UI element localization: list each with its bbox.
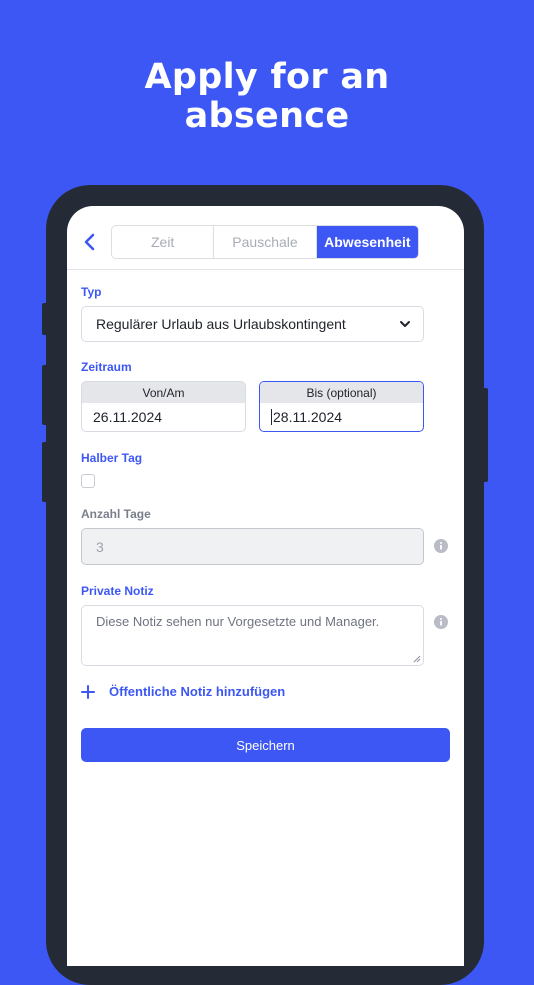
half-day-checkbox[interactable] <box>81 474 95 488</box>
tab-zeit[interactable]: Zeit <box>112 226 215 258</box>
days-label: Anzahl Tage <box>81 507 151 521</box>
add-public-note-label: Öffentliche Notiz hinzufügen <box>109 684 286 699</box>
phone-side-button <box>482 388 488 482</box>
to-date-value: 28.11.2024 <box>273 409 343 425</box>
to-date-label: Bis (optional) <box>260 382 423 403</box>
to-date-input: 28.11.2024 <box>260 403 423 431</box>
headline-line-2: absence <box>184 96 350 136</box>
save-button[interactable]: Speichern <box>81 728 450 762</box>
headline: Apply for an absence <box>0 58 534 136</box>
top-bar: Zeit Pauschale Abwesenheit <box>67 206 464 270</box>
info-icon[interactable] <box>434 539 448 553</box>
from-date-field[interactable]: Von/Am 26.11.2024 <box>81 381 246 432</box>
tab-pauschale[interactable]: Pauschale <box>214 226 317 258</box>
text-caret <box>271 409 272 425</box>
add-public-note-button[interactable]: Öffentliche Notiz hinzufügen <box>81 684 285 699</box>
phone-side-button <box>42 442 48 502</box>
chevron-left-icon[interactable] <box>81 232 99 252</box>
half-day-label: Halber Tag <box>81 451 143 465</box>
plus-icon <box>81 684 95 699</box>
period-label: Zeitraum <box>81 360 132 374</box>
headline-line-1: Apply for an <box>144 57 390 97</box>
days-count-value: 3 <box>96 538 104 555</box>
tab-abwesenheit[interactable]: Abwesenheit <box>316 226 418 258</box>
private-note-label: Private Notiz <box>81 584 154 598</box>
type-select-value: Regulärer Urlaub aus Urlaubskontingent <box>96 316 346 332</box>
phone-side-button <box>42 365 48 425</box>
type-label: Typ <box>81 285 102 299</box>
from-date-label: Von/Am <box>82 382 245 403</box>
chevron-down-icon <box>400 321 410 327</box>
mode-segmented-control: Zeit Pauschale Abwesenheit <box>111 225 419 259</box>
type-select[interactable]: Regulärer Urlaub aus Urlaubskontingent <box>81 306 424 342</box>
from-date-value: 26.11.2024 <box>93 409 163 425</box>
to-date-field[interactable]: Bis (optional) 28.11.2024 <box>259 381 424 432</box>
app-screen: Zeit Pauschale Abwesenheit Typ Regulärer… <box>67 206 464 966</box>
private-note-placeholder: Diese Notiz sehen nur Vorgesetzte und Ma… <box>96 614 380 629</box>
private-note-input[interactable]: Diese Notiz sehen nur Vorgesetzte und Ma… <box>81 605 424 666</box>
resize-handle-icon[interactable] <box>413 655 421 663</box>
phone-side-button <box>42 303 48 335</box>
days-count-field: 3 <box>81 528 424 565</box>
info-icon[interactable] <box>434 615 448 629</box>
